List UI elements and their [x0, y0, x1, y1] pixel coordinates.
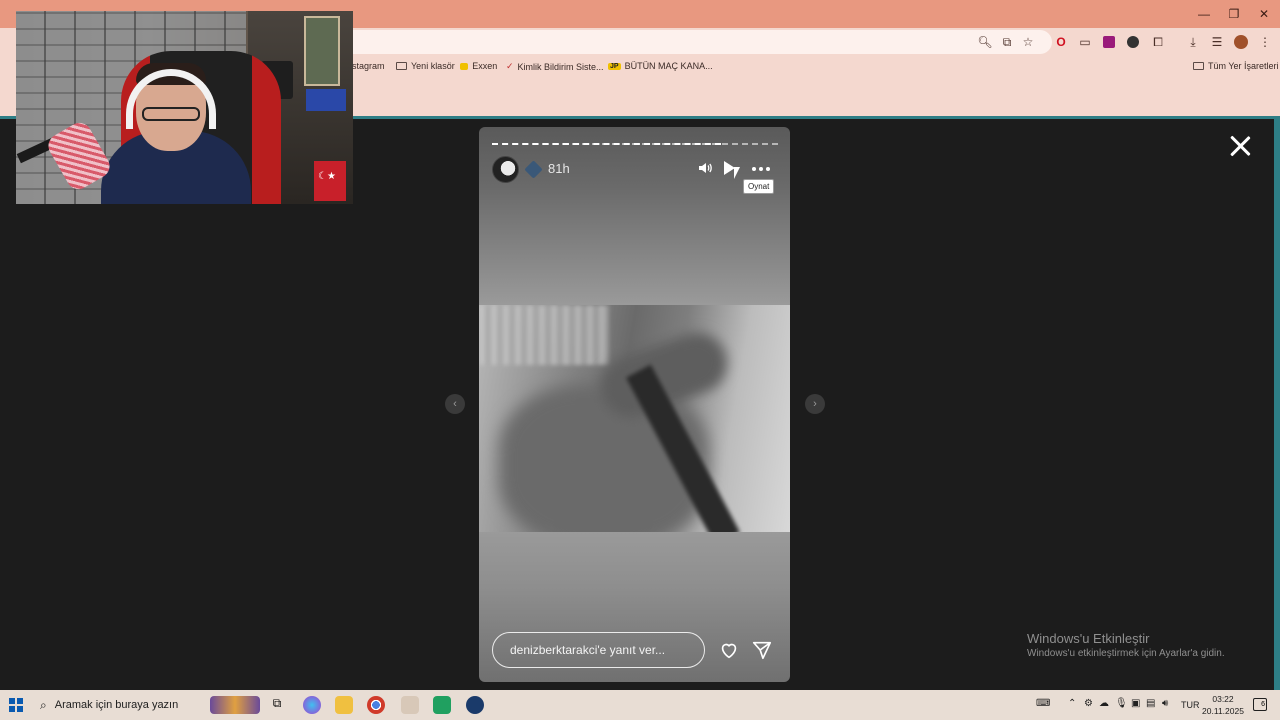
webcam-overlay	[16, 11, 353, 204]
heart-icon[interactable]	[718, 639, 740, 661]
folder-icon	[396, 62, 407, 70]
game-app-icon[interactable]	[433, 696, 451, 714]
zoom-icon[interactable]: 🔍︎	[977, 34, 993, 50]
show-hidden-icons[interactable]: ⌃	[1068, 698, 1076, 709]
windows-taskbar: ⌕ Aramak için buraya yazın ⧉ ⌨ ⌃ ⚙ ☁ 🎙︎ …	[0, 690, 1280, 720]
folder-icon	[1193, 62, 1204, 70]
microphone-tray-icon[interactable]: 🎙︎	[1115, 698, 1128, 709]
file-explorer-icon[interactable]	[335, 696, 353, 714]
activation-watermark-title: Windows'u Etkinleştir	[1027, 631, 1150, 646]
minimize-button[interactable]: —	[1190, 4, 1218, 24]
extension-vd-icon[interactable]	[1125, 34, 1141, 50]
send-icon[interactable]	[751, 639, 773, 661]
turkish-flag-icon	[314, 161, 346, 201]
search-highlight-image[interactable]	[210, 696, 260, 714]
copilot-icon[interactable]	[303, 696, 321, 714]
story-card[interactable]: 81h Oynat denizberktarakci'e yanıt ver..…	[479, 127, 790, 682]
taskbar-clock[interactable]: 03:22 20.11.2025	[1198, 693, 1248, 717]
clock-date: 20.11.2025	[1202, 706, 1244, 716]
browser-menu-icon[interactable]: ⋮	[1257, 34, 1273, 50]
keyboard-icon[interactable]: ⌨	[1036, 698, 1050, 709]
more-options-icon[interactable]	[752, 167, 770, 171]
story-photo	[479, 305, 790, 532]
profile-avatar[interactable]	[1233, 34, 1249, 50]
tray-app-icon[interactable]: ⚙	[1084, 698, 1093, 709]
bookmark-instagram[interactable]: stagram	[352, 61, 385, 71]
story-time-ago: 81h	[548, 161, 570, 176]
downloads-icon[interactable]: ⤓	[1185, 34, 1201, 50]
language-indicator[interactable]: TUR	[1181, 700, 1200, 710]
story-reply-input[interactable]: denizberktarakci'e yanıt ver...	[492, 632, 705, 668]
extension-purple-icon[interactable]	[1101, 34, 1117, 50]
paint-icon[interactable]	[401, 696, 419, 714]
clock-time: 03:22	[1212, 694, 1234, 704]
chrome-icon[interactable]	[367, 696, 385, 714]
previous-story-button[interactable]: ‹	[445, 394, 465, 414]
volume-icon[interactable]	[697, 160, 713, 176]
extension-blank-icon[interactable]: ▭	[1077, 34, 1093, 50]
bookmark-kimlik[interactable]: ✓ Kimlik Bildirim Siste...	[506, 61, 604, 72]
extensions-puzzle-icon[interactable]: ⧠	[1150, 34, 1166, 50]
windows-start-icon[interactable]	[9, 698, 23, 712]
all-bookmarks[interactable]: Tüm Yer İşaretleri	[1193, 61, 1279, 71]
taskbar-search-placeholder: Aramak için buraya yazın	[54, 699, 179, 711]
story-author-avatar[interactable]	[492, 156, 519, 183]
notification-icon[interactable]: 6	[1253, 698, 1267, 711]
volume-tray-icon[interactable]: 🔊︎	[1162, 698, 1168, 709]
steam-icon[interactable]	[466, 696, 484, 714]
play-tooltip: Oynat	[743, 179, 775, 194]
notification-count: 6	[1261, 701, 1265, 708]
restore-button[interactable]: ❐	[1220, 4, 1248, 24]
bookmark-exxen[interactable]: ■ Exxen	[460, 61, 497, 71]
close-story-icon[interactable]	[1226, 132, 1254, 160]
task-view-icon[interactable]: ⧉	[268, 696, 286, 714]
jp-icon: JP	[608, 62, 621, 70]
network-icon[interactable]: ▣	[1131, 698, 1140, 709]
bookmark-yeni-klasor[interactable]: Yeni klasör	[396, 61, 455, 71]
story-progress-fill	[492, 143, 721, 145]
close-window-button[interactable]: ✕	[1250, 4, 1278, 24]
media-queue-icon[interactable]: ☰	[1209, 34, 1225, 50]
next-story-button[interactable]: ›	[805, 394, 825, 414]
onedrive-icon[interactable]: ☁	[1099, 698, 1109, 709]
mouse-cursor-icon	[734, 167, 746, 179]
search-icon: ⌕	[40, 697, 47, 712]
badge-icon	[524, 160, 543, 179]
window-edge	[1274, 119, 1280, 690]
bookmark-butun-mac[interactable]: JP BÜTÜN MAÇ KANA...	[608, 61, 713, 71]
kimlik-icon: ✓	[506, 61, 514, 71]
address-bar[interactable]	[340, 30, 1052, 54]
opera-extension-icon[interactable]: O	[1053, 34, 1069, 50]
bookmark-star-icon[interactable]: ☆	[1020, 34, 1036, 50]
exxen-icon: ■	[460, 62, 469, 70]
install-app-icon[interactable]: ⧉	[999, 34, 1015, 50]
activation-watermark-subtitle: Windows'u etkinleştirmek için Ayarlar'a …	[1027, 648, 1225, 659]
tray-monitor-icon[interactable]: ▤	[1146, 698, 1155, 709]
